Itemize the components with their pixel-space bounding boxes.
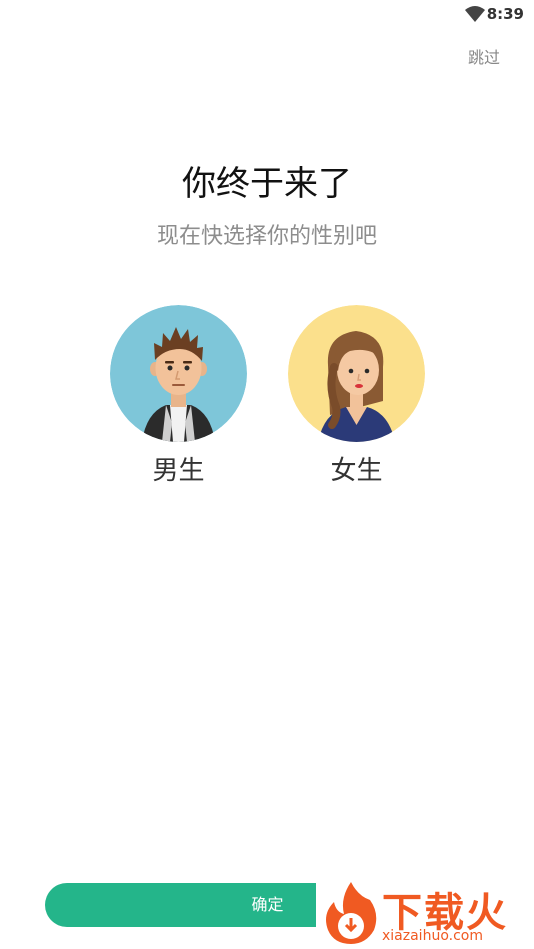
page-title: 你终于来了 bbox=[182, 164, 352, 204]
status-bar: 8:39 bbox=[0, 0, 534, 28]
gender-option-female[interactable]: 女生 bbox=[288, 305, 425, 487]
gender-label-female: 女生 bbox=[330, 456, 383, 486]
male-avatar-icon[interactable] bbox=[110, 305, 247, 442]
watermark: 下载火 xiazaihuo.com bbox=[316, 878, 534, 949]
female-avatar-icon[interactable] bbox=[288, 305, 425, 442]
watermark-url: xiazaihuo.com bbox=[382, 928, 483, 944]
gender-option-male[interactable]: 男生 bbox=[110, 305, 247, 487]
skip-button[interactable]: 跳过 bbox=[468, 44, 500, 68]
wifi-icon bbox=[465, 6, 485, 22]
status-time: 8:39 bbox=[486, 5, 524, 23]
gender-label-male: 男生 bbox=[152, 456, 205, 486]
flame-logo-icon bbox=[326, 882, 377, 944]
page-subtitle: 现在快选择你的性别吧 bbox=[156, 224, 377, 249]
